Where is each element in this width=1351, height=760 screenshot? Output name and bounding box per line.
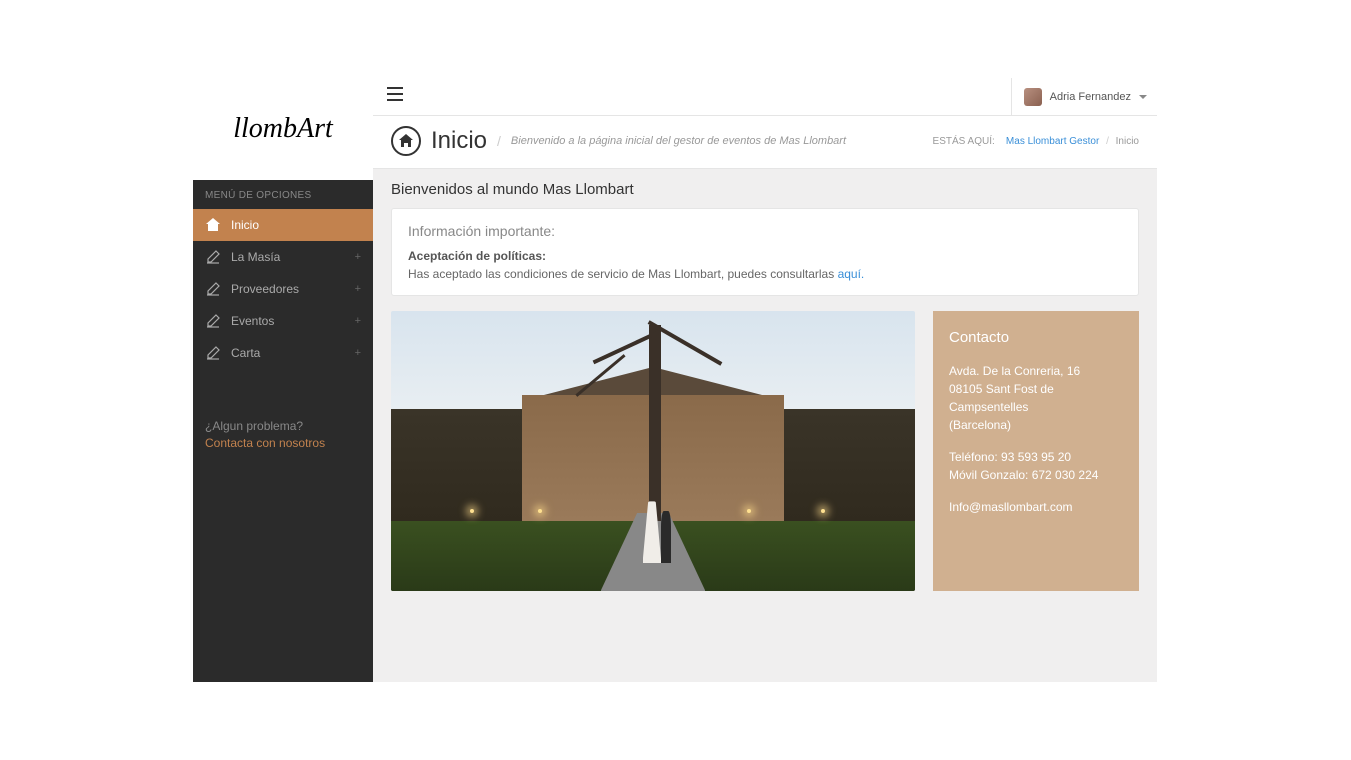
logo-text: llombArt bbox=[233, 113, 333, 145]
two-column-row: Contacto Avda. De la Conreria, 16 08105 … bbox=[391, 311, 1139, 591]
info-panel-title: Información importante: bbox=[408, 223, 1122, 239]
welcome-title: Bienvenidos al mundo Mas Llombart bbox=[391, 181, 1139, 198]
sidebar-item-label: Inicio bbox=[231, 218, 259, 232]
contact-address: Avda. De la Conreria, 16 08105 Sant Fost… bbox=[949, 362, 1123, 434]
info-panel: Información importante: Aceptación de po… bbox=[391, 208, 1139, 296]
topbar: Adria Fernandez bbox=[373, 78, 1157, 116]
breadcrumb-separator: / bbox=[1106, 136, 1109, 147]
main-area: Adria Fernandez Inicio / Bienvenido a la… bbox=[373, 78, 1157, 682]
sidebar-item-label: Proveedores bbox=[231, 282, 299, 296]
contact-address-line3: (Barcelona) bbox=[949, 416, 1123, 434]
contact-email-block: Info@masllombart.com bbox=[949, 498, 1123, 516]
separator: / bbox=[497, 133, 501, 149]
sidebar-item-label: La Masía bbox=[231, 250, 280, 264]
sidebar-item-masia[interactable]: La Masía + bbox=[193, 241, 373, 273]
content: Bienvenidos al mundo Mas Llombart Inform… bbox=[373, 169, 1157, 603]
home-icon bbox=[205, 217, 221, 233]
help-contact-link[interactable]: Contacta con nosotros bbox=[205, 436, 361, 450]
hero-column bbox=[391, 311, 915, 591]
expand-icon: + bbox=[355, 251, 361, 263]
sidebar-logo[interactable]: llombArt bbox=[193, 78, 373, 180]
info-text-body: Has aceptado las condiciones de servicio… bbox=[408, 267, 838, 281]
page-title: Inicio bbox=[431, 127, 487, 155]
edit-icon bbox=[205, 313, 221, 329]
page-header: Inicio / Bienvenido a la página inicial … bbox=[373, 116, 1157, 169]
breadcrumb-label: ESTÁS AQUÍ: bbox=[933, 136, 995, 147]
user-menu[interactable]: Adria Fernandez bbox=[1011, 78, 1147, 115]
chevron-down-icon bbox=[1139, 95, 1147, 99]
expand-icon: + bbox=[355, 315, 361, 327]
help-question: ¿Algun problema? bbox=[205, 419, 361, 433]
contact-phone: Teléfono: 93 593 95 20 bbox=[949, 448, 1123, 466]
help-block: ¿Algun problema? Contacta con nosotros bbox=[193, 399, 373, 470]
contact-email[interactable]: Info@masllombart.com bbox=[949, 498, 1123, 516]
sidebar-item-inicio[interactable]: Inicio bbox=[193, 209, 373, 241]
sidebar: llombArt MENÚ DE OPCIONES Inicio La Masí… bbox=[193, 78, 373, 682]
breadcrumb-current: Inicio bbox=[1116, 136, 1139, 147]
expand-icon: + bbox=[355, 283, 361, 295]
edit-icon bbox=[205, 249, 221, 265]
edit-icon bbox=[205, 281, 221, 297]
sidebar-toggle-button[interactable] bbox=[383, 83, 407, 110]
breadcrumb-link[interactable]: Mas Llombart Gestor bbox=[1006, 136, 1099, 147]
contact-mobile: Móvil Gonzalo: 672 030 224 bbox=[949, 466, 1123, 484]
info-panel-text: Has aceptado las condiciones de servicio… bbox=[408, 267, 1122, 281]
contact-phones: Teléfono: 93 593 95 20 Móvil Gonzalo: 67… bbox=[949, 448, 1123, 484]
sidebar-item-label: Carta bbox=[231, 346, 260, 360]
contact-address-line2: 08105 Sant Fost de Campsentelles bbox=[949, 380, 1123, 416]
menu-section-title: MENÚ DE OPCIONES bbox=[193, 180, 373, 209]
contact-panel: Contacto Avda. De la Conreria, 16 08105 … bbox=[933, 311, 1139, 591]
home-circle-icon bbox=[391, 126, 421, 156]
contact-title: Contacto bbox=[949, 329, 1123, 346]
breadcrumb: ESTÁS AQUÍ: Mas Llombart Gestor / Inicio bbox=[933, 136, 1139, 147]
page-title-group: Inicio / Bienvenido a la página inicial … bbox=[391, 126, 846, 156]
sidebar-item-label: Eventos bbox=[231, 314, 274, 328]
sidebar-item-eventos[interactable]: Eventos + bbox=[193, 305, 373, 337]
contact-address-line1: Avda. De la Conreria, 16 bbox=[949, 362, 1123, 380]
info-terms-link[interactable]: aquí. bbox=[838, 267, 865, 281]
sidebar-item-carta[interactable]: Carta + bbox=[193, 337, 373, 369]
app-container: llombArt MENÚ DE OPCIONES Inicio La Masí… bbox=[193, 78, 1157, 682]
edit-icon bbox=[205, 345, 221, 361]
page-subtitle: Bienvenido a la página inicial del gesto… bbox=[511, 135, 846, 147]
expand-icon: + bbox=[355, 347, 361, 359]
sidebar-item-proveedores[interactable]: Proveedores + bbox=[193, 273, 373, 305]
hero-image bbox=[391, 311, 915, 591]
user-name: Adria Fernandez bbox=[1050, 91, 1131, 103]
avatar bbox=[1024, 88, 1042, 106]
info-panel-subtitle: Aceptación de políticas: bbox=[408, 249, 1122, 263]
